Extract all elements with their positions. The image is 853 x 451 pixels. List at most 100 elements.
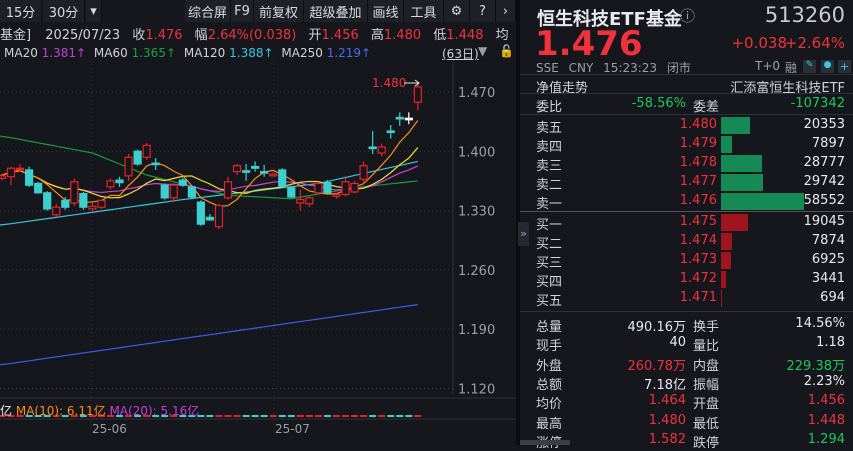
stat-value: 7.18亿: [644, 377, 686, 393]
level-price: 1.473: [679, 252, 717, 267]
candle-body: [377, 146, 386, 154]
last-price: 1.476: [535, 24, 643, 64]
candle-body: [196, 201, 205, 225]
buy-level-row[interactable]: 买一 1.475 19045: [520, 213, 853, 233]
info-icon[interactable]: ⓘ: [680, 5, 695, 26]
level-volume: 3441: [811, 271, 845, 286]
price-change-pct: +2.64%: [784, 34, 845, 52]
stat-row: 最高 1.480 最低 1.448: [520, 412, 853, 432]
candle-body: [43, 192, 52, 210]
candle-body: [223, 181, 233, 199]
edit-icon[interactable]: ✎: [803, 60, 816, 73]
stat-value: 1.448: [807, 412, 845, 428]
candle-body: [160, 184, 169, 199]
candle-body: [88, 205, 97, 210]
sell-volume-bar: [721, 174, 764, 191]
candle-body: [61, 199, 70, 208]
volume-bar: [242, 415, 250, 417]
currency: CNY: [568, 61, 594, 75]
sell-level-row[interactable]: 卖三 1.478 28777: [520, 154, 853, 174]
stat-label: 现手: [536, 339, 563, 355]
y-tick-label: 1.120: [458, 382, 495, 397]
level-volume: 694: [820, 290, 845, 305]
level-label: 卖四: [536, 140, 563, 155]
volume-bar: [278, 415, 286, 417]
candle-body: [97, 199, 106, 208]
level-label: 卖一: [536, 197, 563, 212]
candle-body: [404, 117, 413, 121]
stat-value: 40: [669, 335, 686, 351]
level-price: 1.477: [679, 174, 717, 189]
candle-body: [314, 182, 323, 194]
volume-bar: [269, 415, 277, 417]
sell-volume-bar: [721, 193, 804, 210]
stat-value: 1.456: [807, 393, 845, 409]
high-price-marker: 1.480: [372, 76, 406, 90]
y-tick-label: 1.260: [458, 264, 495, 279]
level-volume: 19045: [803, 214, 845, 229]
candle-body: [232, 165, 242, 173]
volume-bar: [305, 415, 313, 417]
stat-row: 均价 1.464 开盘 1.456: [520, 392, 853, 412]
level-volume: 7897: [811, 136, 845, 151]
candle-body: [278, 169, 287, 187]
stat-label: 总额: [536, 377, 563, 393]
level-label: 买一: [536, 218, 563, 233]
level-label: 买三: [536, 256, 563, 271]
candle-body: [395, 116, 404, 120]
volume-bar: [396, 415, 404, 417]
market-status: 闭市: [666, 61, 691, 75]
candle-body: [332, 193, 341, 197]
divider: [520, 74, 853, 75]
candle-body: [133, 150, 142, 165]
stat-row: 现手 40 量比 1.18: [520, 334, 853, 355]
sell-level-row[interactable]: 卖五 1.480 20353: [520, 116, 853, 136]
sell-level-row[interactable]: 卖二 1.477 29742: [520, 173, 853, 193]
stat-label: 跌停: [693, 435, 720, 451]
buy-volume-bar: [721, 290, 722, 307]
ma5-line: [0, 120, 419, 207]
candle-body: [323, 182, 332, 194]
y-tick-label: 1.470: [458, 86, 495, 101]
level-price: 1.474: [679, 233, 717, 248]
level-volume: 7874: [811, 233, 845, 248]
candle-body: [305, 197, 314, 205]
volume-bar: [206, 415, 214, 417]
buy-volume-bar: [721, 252, 731, 269]
add-icon[interactable]: +: [838, 60, 851, 73]
buy-level-row[interactable]: 买三 1.473 6925: [520, 251, 853, 271]
candle-body: [178, 179, 187, 186]
candle-body: [15, 167, 25, 171]
level-price: 1.472: [679, 271, 717, 286]
level-price: 1.475: [679, 214, 717, 229]
candle-body: [79, 193, 88, 208]
candle-body: [260, 171, 269, 174]
candle-body: [287, 187, 296, 198]
candle-body: [169, 184, 178, 199]
sell-level-row[interactable]: 卖四 1.479 7897: [520, 135, 853, 155]
level-volume: 20353: [803, 117, 845, 132]
candle-body: [269, 173, 278, 177]
volume-bar: [405, 415, 413, 417]
t0-badge: T+0: [755, 59, 781, 73]
vol-ma20: MA(20): 5.16亿: [109, 404, 200, 418]
price-change: +0.038: [731, 34, 787, 52]
bell-icon[interactable]: ●: [821, 60, 834, 73]
buy-level-row[interactable]: 买四 1.472 3441: [520, 270, 853, 290]
candle-body: [187, 186, 196, 198]
level-volume: 6925: [811, 252, 845, 267]
scrollbar[interactable]: [520, 440, 570, 445]
ma120-line: [0, 160, 418, 226]
volume-bar: [260, 415, 268, 417]
stat-value: 1.464: [648, 393, 686, 409]
volume-unit: 亿: [0, 404, 13, 418]
candle-body: [214, 204, 224, 228]
sell-volume-bar: [721, 117, 750, 134]
kline-chart[interactable]: 1.470 1.400 1.330 1.260 1.190 1.120 1.480: [0, 0, 516, 445]
level-price: 1.478: [679, 155, 717, 170]
stat-label: 换手: [693, 320, 720, 335]
buy-level-row[interactable]: 买二 1.474 7874: [520, 232, 853, 252]
stat-label: 内盘: [693, 358, 720, 374]
candle-body: [115, 179, 124, 184]
buy-level-row[interactable]: 买五 1.471 694: [520, 289, 853, 309]
